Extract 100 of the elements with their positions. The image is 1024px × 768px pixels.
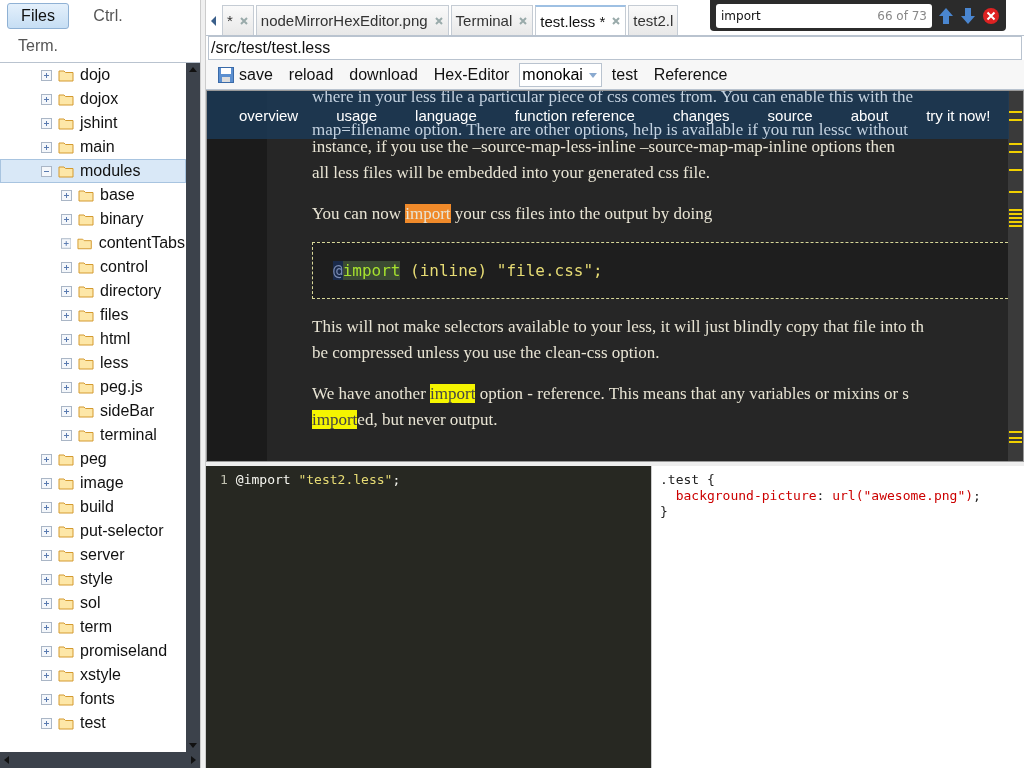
tree-item[interactable]: server <box>0 543 186 567</box>
expand-icon[interactable] <box>61 429 72 441</box>
folder-icon <box>78 356 94 370</box>
expand-icon[interactable] <box>41 621 52 633</box>
expand-icon[interactable] <box>61 381 72 393</box>
folder-icon <box>58 68 74 82</box>
tree-item[interactable]: terminal <box>0 423 186 447</box>
nav-link[interactable]: changes <box>672 107 730 123</box>
expand-icon[interactable] <box>41 597 52 609</box>
expand-icon[interactable] <box>61 213 72 225</box>
expand-icon[interactable] <box>41 141 52 153</box>
tree-item[interactable]: html <box>0 327 186 351</box>
expand-icon[interactable] <box>41 573 52 585</box>
tree-item[interactable]: style <box>0 567 186 591</box>
editor-tab[interactable]: * <box>222 5 254 35</box>
expand-icon[interactable] <box>41 117 52 129</box>
editor-tab[interactable]: test.less * <box>535 5 627 35</box>
expand-icon[interactable] <box>61 237 72 249</box>
folder-icon <box>78 404 94 418</box>
tree-item[interactable]: less <box>0 351 186 375</box>
tree-item[interactable]: term <box>0 615 186 639</box>
expand-icon[interactable] <box>61 285 72 297</box>
editor-tab[interactable]: nodeMirrorHexEditor.png <box>255 5 449 35</box>
expand-icon[interactable] <box>41 525 52 537</box>
editor-tab[interactable]: test2.l <box>628 5 679 35</box>
expand-icon[interactable] <box>41 645 52 657</box>
expand-icon[interactable] <box>41 453 52 465</box>
sidebar-tab[interactable]: Term. <box>7 32 69 59</box>
code-block: @import (inline) "file.css"; <box>312 242 1008 299</box>
tree-item[interactable]: modules <box>0 159 186 183</box>
expand-icon[interactable] <box>61 405 72 417</box>
folder-icon <box>58 596 74 610</box>
toolbar-button[interactable]: reload <box>282 65 340 84</box>
toolbar-button[interactable]: test <box>605 65 644 84</box>
nav-link[interactable]: try it now! <box>926 107 991 123</box>
tree-item[interactable]: binary <box>0 207 186 231</box>
tree-item[interactable]: fonts <box>0 687 186 711</box>
toolbar-button[interactable]: Reference <box>647 65 734 84</box>
expand-icon[interactable] <box>41 693 52 705</box>
tree-item[interactable]: contentTabs <box>0 231 186 255</box>
tree-item[interactable]: sol <box>0 591 186 615</box>
editor-tab[interactable]: Terminal <box>450 5 534 35</box>
tree-item[interactable]: jshint <box>0 111 186 135</box>
tree-item[interactable]: build <box>0 495 186 519</box>
tree-item[interactable]: test <box>0 711 186 735</box>
tree-item[interactable]: promiseland <box>0 639 186 663</box>
code-line: background-picture: url("awesome.png"); <box>674 488 982 504</box>
nav-link[interactable]: usage <box>336 107 378 123</box>
toolbar-button[interactable]: save <box>212 65 279 84</box>
tree-item[interactable]: files <box>0 303 186 327</box>
folder-icon <box>78 260 94 274</box>
tree-item[interactable]: control <box>0 255 186 279</box>
tree-item[interactable]: image <box>0 471 186 495</box>
expand-icon[interactable] <box>41 549 52 561</box>
expand-icon[interactable] <box>41 69 52 81</box>
folder-icon <box>58 716 74 730</box>
toolbar-button[interactable]: Hex-Editor <box>427 65 516 84</box>
expand-icon[interactable] <box>41 477 52 489</box>
tree-item[interactable]: xstyle <box>0 663 186 687</box>
folder-icon <box>58 668 74 682</box>
search-field[interactable]: import 66 of 73 <box>716 3 932 28</box>
nav-link[interactable]: source <box>767 107 813 123</box>
expand-icon[interactable] <box>61 309 72 321</box>
arrow-down-icon[interactable] <box>960 6 976 25</box>
expand-icon[interactable] <box>41 717 52 729</box>
tree-item[interactable]: dojox <box>0 87 186 111</box>
path-field[interactable]: /src/test/test.less <box>208 36 1022 60</box>
tree-item[interactable]: peg.js <box>0 375 186 399</box>
nav-link[interactable]: overview <box>239 107 299 123</box>
sidebar-tab[interactable]: Ctrl. <box>77 3 139 29</box>
arrow-up-icon[interactable] <box>938 6 954 25</box>
expand-icon[interactable] <box>61 357 72 369</box>
code-line: .test { <box>660 472 716 488</box>
tree-item[interactable]: sideBar <box>0 399 186 423</box>
toolbar-button[interactable]: download <box>343 65 424 84</box>
sidebar-tab[interactable]: Files <box>7 3 69 29</box>
expand-icon[interactable] <box>41 501 52 513</box>
tree-item[interactable]: base <box>0 183 186 207</box>
expand-icon[interactable] <box>41 669 52 681</box>
tree-item[interactable]: peg <box>0 447 186 471</box>
folder-icon <box>58 620 74 634</box>
tree-item[interactable]: dojo <box>0 63 186 87</box>
expand-icon[interactable] <box>61 333 72 345</box>
nav-link[interactable]: function reference <box>514 107 635 123</box>
folder-icon <box>58 524 74 538</box>
code-line: } <box>660 504 669 520</box>
expand-icon[interactable] <box>41 93 52 105</box>
tree-item[interactable]: put-selector <box>0 519 186 543</box>
nav-link[interactable]: about <box>850 107 889 123</box>
folder-icon <box>58 548 74 562</box>
collapse-icon[interactable] <box>41 165 52 177</box>
folder-icon <box>77 236 93 250</box>
tree-item[interactable]: main <box>0 135 186 159</box>
nav-link[interactable]: language <box>415 107 477 123</box>
expand-icon[interactable] <box>61 189 72 201</box>
close-icon[interactable] <box>982 6 1000 25</box>
expand-icon[interactable] <box>61 261 72 273</box>
tree-item[interactable]: directory <box>0 279 186 303</box>
folder-icon <box>58 476 74 490</box>
theme-select[interactable]: monokai <box>519 62 602 87</box>
